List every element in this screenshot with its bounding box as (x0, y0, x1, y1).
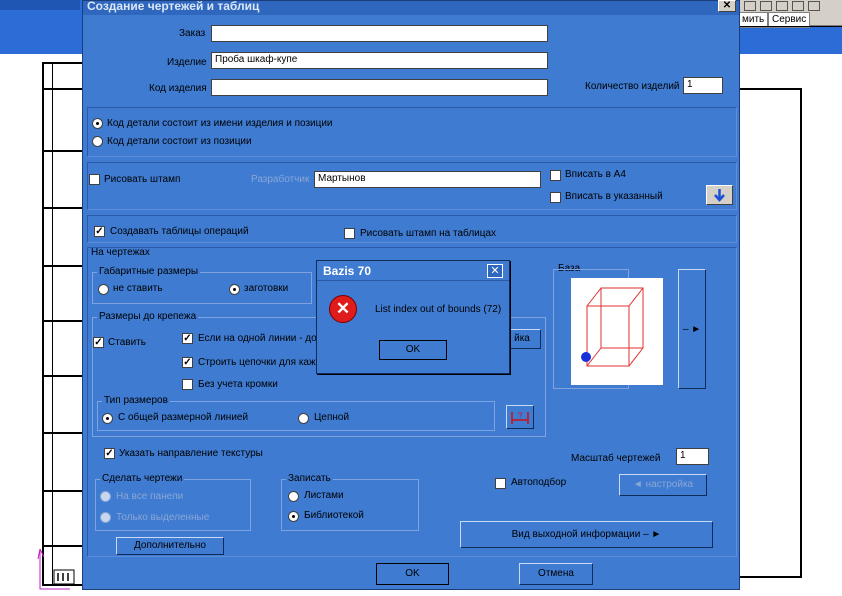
cad-corner-mark (36, 545, 82, 593)
base-expand-button[interactable]: – ► (678, 269, 706, 389)
dimension-icon: ? (511, 411, 529, 424)
overall-dims-title: Габаритные размеры (97, 266, 201, 277)
product-code-label: Код изделия (149, 83, 207, 94)
error-icon: ✕ (329, 295, 357, 323)
modal-title: Bazis 70 (323, 264, 372, 278)
as-sheets-label: Листами (304, 490, 344, 501)
radio-code-name-position-label: Код детали состоит из имени изделия и по… (107, 118, 333, 129)
cad-menu-bar: мить Сервис (738, 12, 842, 28)
fit-a4-checkbox[interactable] (550, 170, 561, 181)
create-tables-label: Создавать таблицы операций (110, 226, 249, 237)
stamp-tables-label: Рисовать штамп на таблицах (360, 228, 497, 239)
cad-toolbar[interactable] (740, 0, 842, 12)
dont-set-label: не ставить (113, 283, 163, 294)
chain-label: Цепной (314, 412, 350, 423)
order-field[interactable] (211, 25, 548, 42)
developer-label: Разработчик (251, 174, 310, 185)
error-modal: Bazis 70 ✕ ✕ List index out of bounds (7… (316, 260, 510, 374)
texture-direction-checkbox[interactable]: ✓ (104, 448, 115, 459)
box-3d-icon (581, 287, 644, 367)
as-library-label: Библиотекой (304, 510, 364, 521)
radio-code-name-position[interactable] (92, 118, 103, 129)
output-info-button[interactable]: Вид выходной информации – ► (460, 521, 713, 548)
svg-text:?: ? (518, 411, 523, 420)
dim-style-button[interactable]: ? (506, 405, 534, 429)
stamp-tables-checkbox[interactable] (344, 228, 355, 239)
all-panels-label: На все панели (116, 491, 184, 502)
radio-chain[interactable] (298, 413, 309, 424)
dim-type-title: Тип размеров (102, 395, 170, 406)
scale-label: Масштаб чертежей (571, 453, 661, 464)
radio-selected-only[interactable] (100, 512, 111, 523)
common-dim-line-label: С общей размерной линией (118, 412, 249, 423)
selected-only-label: Только выделенные (116, 512, 210, 523)
fit-specified-checkbox[interactable] (550, 192, 561, 203)
radio-code-position-label: Код детали состоит из позиции (107, 136, 252, 147)
error-message: List index out of bounds (72) (375, 304, 502, 315)
modal-ok-button[interactable]: OK (379, 340, 447, 360)
dialog-titlebar: Создание чертежей и таблиц (83, 0, 739, 15)
draw-stamp-label: Рисовать штамп (104, 174, 181, 185)
quantity-label: Количество изделий (585, 81, 680, 92)
on-drawings-label: На чертежах (91, 247, 150, 258)
dialog-close-button[interactable]: ✕ (718, 0, 736, 12)
scale-field[interactable]: 1 (676, 448, 709, 465)
additional-button[interactable]: Дополнительно (116, 537, 224, 555)
auto-select-checkbox[interactable] (495, 478, 506, 489)
build-chains-label: Строить цепочки для каж (198, 357, 316, 368)
developer-field[interactable]: Мартынов (314, 171, 541, 188)
draw-stamp-checkbox[interactable] (89, 174, 100, 185)
settings-button[interactable]: ◄ настройка (619, 474, 707, 496)
down-arrow-button[interactable] (706, 185, 733, 205)
product-code-field[interactable] (211, 79, 548, 96)
ok-button[interactable]: OK (376, 563, 449, 585)
make-drawings-title: Сделать чертежи (100, 473, 185, 484)
blanks-label: заготовки (244, 283, 289, 294)
no-edge-label: Без учета кромки (198, 379, 278, 390)
make-drawings-group: Сделать чертежи (95, 473, 251, 531)
fit-a4-label: Вписать в А4 (565, 169, 626, 180)
radio-blanks[interactable] (229, 284, 240, 295)
radio-all-panels[interactable] (100, 491, 111, 502)
set-checkbox[interactable]: ✓ (93, 337, 104, 348)
fastener-dims-title: Размеры до крепежа (97, 311, 199, 322)
build-chains-checkbox[interactable]: ✓ (182, 357, 193, 368)
product-label: Изделие (167, 57, 207, 68)
auto-select-label: Автоподбор (511, 477, 567, 488)
radio-as-library[interactable] (288, 511, 299, 522)
no-edge-checkbox[interactable] (182, 379, 193, 390)
fit-specified-label: Вписать в указанный (565, 191, 663, 202)
if-one-line-checkbox[interactable]: ✓ (182, 333, 193, 344)
write-group: Записать (281, 473, 419, 531)
radio-common-dim-line[interactable] (102, 413, 113, 424)
create-tables-checkbox[interactable]: ✓ (94, 226, 105, 237)
radio-code-position[interactable] (92, 136, 103, 147)
cancel-button[interactable]: Отмена (519, 563, 593, 585)
dialog-title: Создание чертежей и таблиц (87, 0, 260, 13)
radio-dont-set[interactable] (98, 284, 109, 295)
arrow-down-icon (714, 189, 725, 202)
arrow-right-icon: ► (688, 324, 702, 335)
set-label: Ставить (108, 337, 146, 348)
quantity-field[interactable]: 1 (683, 77, 723, 94)
if-one-line-label: Если на одной линии - до (198, 333, 317, 344)
write-title: Записать (286, 473, 333, 484)
modal-close-button[interactable]: ✕ (487, 264, 503, 278)
radio-as-sheets[interactable] (288, 491, 299, 502)
order-label: Заказ (179, 28, 206, 39)
code-panel (87, 107, 737, 157)
base-preview[interactable] (571, 278, 663, 385)
texture-direction-label: Указать направление текстуры (119, 448, 263, 459)
modal-titlebar: Bazis 70 ✕ (317, 261, 509, 281)
product-field[interactable]: Проба шкаф-купе (211, 52, 548, 69)
